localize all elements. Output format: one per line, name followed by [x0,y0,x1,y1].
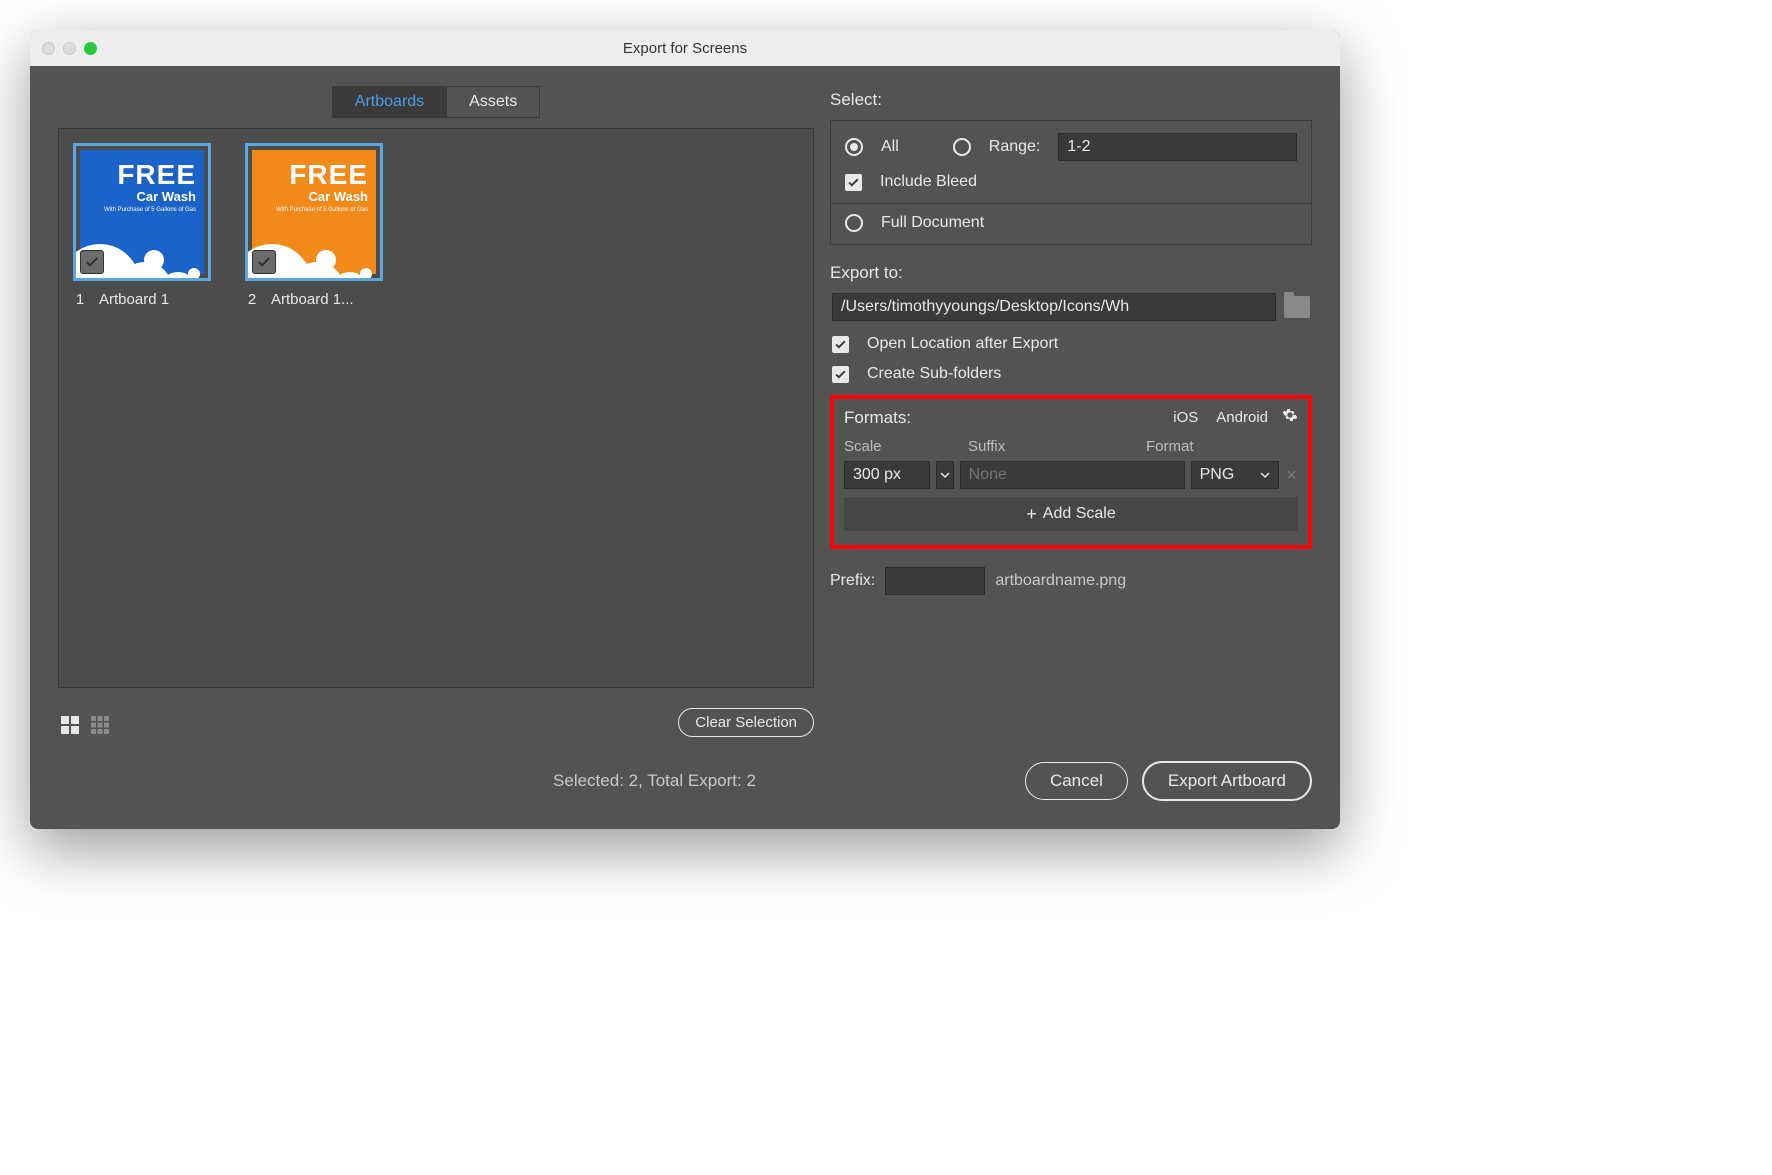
tab-assets[interactable]: Assets [446,86,540,118]
thumb-text-big: FREE [276,162,368,187]
ios-preset-button[interactable]: iOS [1173,409,1198,426]
full-document-label: Full Document [881,214,984,232]
col-format-header: Format [1146,438,1272,455]
check-icon [84,254,100,270]
artboard-thumbnail[interactable]: FREE Car Wash With Purchase of 5 Gallons… [245,143,383,308]
check-icon [834,368,847,381]
view-grid-small-button[interactable] [88,713,112,737]
plus-icon: + [1026,504,1037,525]
scale-input[interactable] [844,461,930,489]
artboard-preview-area: FREE Car Wash With Purchase of 5 Gallons… [58,128,814,688]
export-path-input[interactable] [832,293,1276,321]
chevron-down-icon [1260,470,1270,480]
thumb-text-sm: With Purchase of 5 Gallons of Gas [104,207,196,214]
format-select[interactable]: PNG [1191,461,1279,489]
add-scale-label: Add Scale [1043,505,1116,523]
artboard-thumbnail[interactable]: FREE Car Wash With Purchase of 5 Gallons… [73,143,211,308]
check-icon [834,338,847,351]
android-preset-button[interactable]: Android [1216,409,1268,426]
window-title: Export for Screens [30,40,1340,57]
export-for-screens-dialog: Export for Screens Artboards Assets FREE [30,30,1340,829]
range-input[interactable] [1058,133,1297,161]
prefix-label: Prefix: [830,572,875,590]
tab-artboards[interactable]: Artboards [332,86,446,118]
chevron-down-icon [940,470,950,480]
status-text: Selected: 2, Total Export: 2 [298,771,1011,791]
select-panel: All Range: Include Bleed Full Document [830,120,1312,245]
gear-icon [1282,407,1298,423]
create-subfolders-label: Create Sub-folders [867,365,1001,383]
format-value: PNG [1200,466,1235,484]
titlebar: Export for Screens [30,30,1340,66]
select-range-radio[interactable] [953,138,971,156]
thumb-text-sm: With Purchase of 5 Gallons of Gas [276,207,368,214]
formats-heading: Formats: [844,408,911,428]
open-location-checkbox[interactable] [832,336,849,353]
thumb-name: Artboard 1 [99,291,169,308]
prefix-input[interactable] [885,567,985,595]
check-icon [256,254,272,270]
thumbnail-checkbox[interactable] [252,250,276,274]
thumb-index: 2 [245,291,259,308]
create-subfolders-checkbox[interactable] [832,366,849,383]
formats-section: Formats: iOS Android Scale Suffix Format [830,395,1312,549]
export-to-heading: Export to: [830,263,1312,283]
tab-bar: Artboards Assets [58,86,814,118]
export-artboard-button[interactable]: Export Artboard [1142,761,1312,801]
include-bleed-label: Include Bleed [880,173,977,191]
full-document-radio[interactable] [845,214,863,232]
suffix-input[interactable] [960,461,1185,489]
thumb-name: Artboard 1... [271,291,354,308]
thumb-text-mid: Car Wash [276,189,368,204]
check-icon [847,176,860,189]
thumbnail-checkbox[interactable] [80,250,104,274]
clear-selection-button[interactable]: Clear Selection [678,708,814,737]
thumb-text-big: FREE [104,162,196,187]
select-all-radio[interactable] [845,138,863,156]
select-all-label: All [881,138,899,156]
thumb-text-mid: Car Wash [104,189,196,204]
scale-dropdown-button[interactable] [936,461,954,489]
format-row: PNG × [844,461,1298,489]
open-location-label: Open Location after Export [867,335,1058,353]
cancel-button[interactable]: Cancel [1025,762,1128,800]
thumb-index: 1 [73,291,87,308]
select-range-label: Range: [989,138,1041,156]
view-grid-large-button[interactable] [58,713,82,737]
add-scale-button[interactable]: + Add Scale [844,497,1298,531]
grid-large-icon [60,715,80,735]
export-to-panel: Open Location after Export Create Sub-fo… [830,293,1312,383]
col-scale-header: Scale [844,438,962,455]
col-suffix-header: Suffix [968,438,1140,455]
select-heading: Select: [830,90,1312,110]
filename-preview: artboardname.png [995,572,1126,590]
include-bleed-checkbox[interactable] [845,174,862,191]
delete-format-row-button[interactable]: × [1285,465,1298,486]
grid-small-icon [90,715,110,735]
browse-folder-button[interactable] [1284,296,1310,318]
formats-settings-button[interactable] [1282,407,1298,428]
